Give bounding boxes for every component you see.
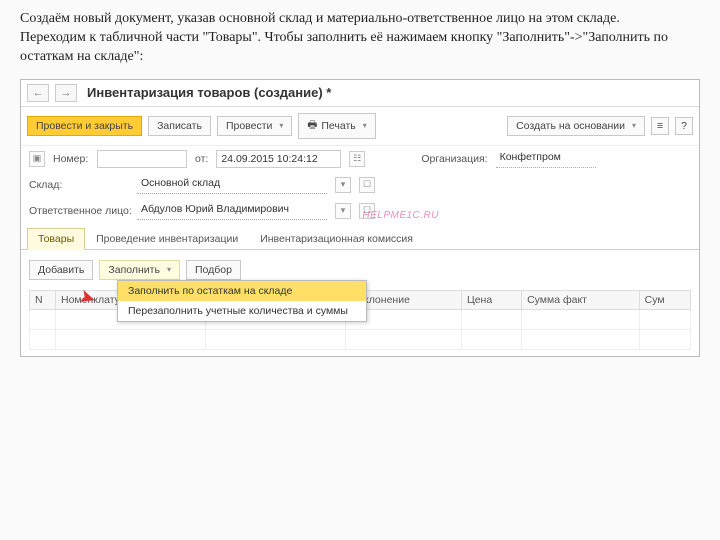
fill-dropdown: Заполнить по остаткам на складе Перезапо… — [117, 280, 367, 322]
sub-toolbar: Добавить Заполнить Подбор ➤ Заполнить по… — [29, 256, 691, 284]
select-responsible-icon[interactable]: ▾ — [335, 203, 351, 219]
from-label: от: — [195, 153, 208, 165]
help-button[interactable]: ? — [675, 117, 693, 135]
org-value[interactable]: Конфетпром — [496, 150, 596, 168]
printer-icon: 🖶 — [307, 117, 317, 135]
fill-by-stock-item[interactable]: Заполнить по остаткам на складе — [118, 281, 366, 301]
open-warehouse-icon[interactable]: ☐ — [359, 177, 375, 193]
tab-conduct[interactable]: Проведение инвентаризации — [85, 228, 249, 249]
tab-commission[interactable]: Инвентаризационная комиссия — [249, 228, 424, 249]
post-and-close-button[interactable]: Провести и закрыть — [27, 116, 142, 136]
org-label: Организация: — [421, 153, 487, 165]
refill-accounting-item[interactable]: Перезаполнить учетные количества и суммы — [118, 301, 366, 321]
instruction-text: Создаём новый документ, указав основной … — [20, 10, 700, 67]
warehouse-label: Склад: — [29, 179, 129, 191]
tabs: Товары Проведение инвентаризации Инвента… — [21, 228, 699, 250]
save-button[interactable]: Записать — [148, 116, 211, 136]
fill-button[interactable]: Заполнить — [99, 260, 180, 280]
col-sum: Сум — [639, 290, 690, 309]
nav-forward-button[interactable]: → — [55, 84, 77, 102]
responsible-input[interactable]: Абдулов Юрий Владимирович — [137, 202, 327, 220]
app-window: HELPME1C.RU ← → Инвентаризация товаров (… — [20, 79, 700, 357]
tab-body: Добавить Заполнить Подбор ➤ Заполнить по… — [21, 250, 699, 356]
main-toolbar: Провести и закрыть Записать Провести 🖶 Пе… — [21, 107, 699, 146]
titlebar: ← → Инвентаризация товаров (создание) * — [21, 80, 699, 107]
table-row[interactable] — [30, 329, 691, 349]
number-input[interactable] — [97, 150, 187, 168]
print-label: Печать — [321, 120, 355, 132]
tab-products[interactable]: Товары — [27, 228, 85, 250]
responsible-label: Ответственное лицо: — [29, 205, 129, 217]
col-sum-fact: Сумма факт — [522, 290, 640, 309]
doc-title: Инвентаризация товаров (создание) * — [87, 85, 331, 100]
number-label: Номер: — [53, 153, 89, 165]
print-button[interactable]: 🖶 Печать — [298, 113, 375, 139]
open-responsible-icon[interactable]: ☐ — [359, 203, 375, 219]
col-price: Цена — [461, 290, 521, 309]
add-row-button[interactable]: Добавить — [29, 260, 93, 280]
post-button[interactable]: Провести — [217, 116, 292, 136]
more-button[interactable]: ≡ — [651, 117, 669, 135]
nav-back-button[interactable]: ← — [27, 84, 49, 102]
doc-icon: ▣ — [29, 151, 45, 167]
date-input[interactable] — [216, 150, 341, 168]
create-based-button[interactable]: Создать на основании — [507, 116, 645, 136]
select-items-button[interactable]: Подбор — [186, 260, 241, 280]
calendar-icon[interactable]: ☷ — [349, 151, 365, 167]
col-n: N — [30, 290, 56, 309]
warehouse-input[interactable]: Основной склад — [137, 176, 327, 194]
select-warehouse-icon[interactable]: ▾ — [335, 177, 351, 193]
